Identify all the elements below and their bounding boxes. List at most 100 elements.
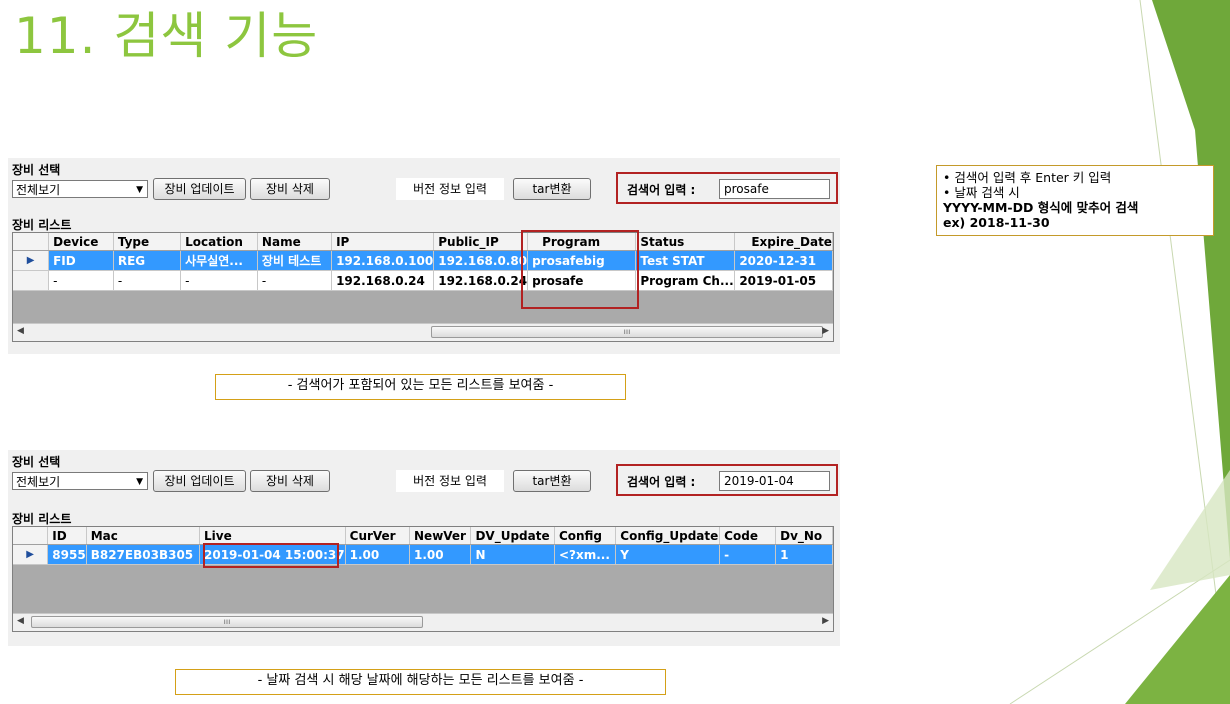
scroll-right-icon[interactable]: ▶: [822, 616, 829, 626]
table-cell[interactable]: 1: [775, 544, 833, 565]
table-cell[interactable]: 1.00: [409, 544, 472, 565]
table-cell[interactable]: -: [180, 270, 258, 291]
equip-delete-button[interactable]: 장비 삭제: [250, 470, 330, 492]
bottom-caption: - 날짜 검색 시 해당 날짜에 해당하는 모든 리스트를 보여줌 -: [175, 669, 666, 695]
column-header[interactable]: Config_Update: [615, 527, 721, 545]
table-cell[interactable]: -: [48, 270, 114, 291]
column-header[interactable]: Name: [257, 233, 333, 251]
table-cell[interactable]: 사무실연...: [180, 250, 258, 271]
table-cell[interactable]: -: [113, 270, 182, 291]
search-input[interactable]: 2019-01-04: [719, 471, 830, 491]
equip-update-button[interactable]: 장비 업데이트: [153, 178, 246, 200]
scroll-right-icon[interactable]: ▶: [822, 326, 829, 336]
column-header[interactable]: Config: [554, 527, 617, 545]
search-label: 검색어 입력 :: [627, 475, 696, 489]
scroll-grip: ııı: [223, 617, 231, 626]
column-header[interactable]: Type: [113, 233, 182, 251]
table-cell[interactable]: 2020-12-31: [734, 250, 833, 271]
scroll-grip: ııı: [623, 327, 631, 336]
row-header-corner: [13, 233, 50, 251]
table-cell[interactable]: 192.168.0.24: [433, 270, 529, 291]
column-header[interactable]: Mac: [86, 527, 201, 545]
tar-convert-button[interactable]: tar변환: [513, 470, 591, 492]
table-cell[interactable]: Test STAT: [635, 250, 736, 271]
equip-list-grid: ID Mac Live CurVer NewVer DV_Update Conf…: [12, 526, 834, 632]
table-cell[interactable]: 192.168.0.100: [331, 250, 435, 271]
green-shape-light: [1150, 470, 1230, 590]
top-caption: - 검색어가 포함되어 있는 모든 리스트를 보여줌 -: [215, 374, 626, 400]
row-header: [13, 270, 50, 291]
table-cell[interactable]: -: [257, 270, 333, 291]
equip-list-table: ID Mac Live CurVer NewVer DV_Update Conf…: [13, 527, 833, 565]
chevron-down-icon: ▼: [136, 185, 143, 195]
column-header[interactable]: Public_IP: [433, 233, 529, 251]
table-cell[interactable]: 1.00: [345, 544, 411, 565]
table-cell[interactable]: 192.168.0.80: [433, 250, 529, 271]
search-input[interactable]: prosafe: [719, 179, 830, 199]
tar-convert-button[interactable]: tar변환: [513, 178, 591, 200]
table-cell[interactable]: N: [470, 544, 555, 565]
note-line: ex) 2018-11-30: [943, 215, 1050, 230]
equip-list-grid: Device Type Location Name IP Public_IP P…: [12, 232, 834, 342]
column-header[interactable]: DV_Update: [470, 527, 555, 545]
scroll-left-icon[interactable]: ◀: [17, 326, 24, 336]
bottom-app-panel: 장비 선택 전체보기 ▼ 장비 업데이트 장비 삭제 버전 정보 입력 tar변…: [8, 450, 840, 646]
table-cell[interactable]: -: [719, 544, 777, 565]
view-combo[interactable]: 전체보기 ▼: [12, 180, 148, 198]
view-combo[interactable]: 전체보기 ▼: [12, 472, 148, 490]
table-cell[interactable]: REG: [113, 250, 182, 271]
chevron-down-icon: ▼: [136, 477, 143, 487]
scroll-thumb[interactable]: ııı: [31, 616, 423, 628]
table-cell[interactable]: 192.168.0.24: [331, 270, 435, 291]
table-header-row: ID Mac Live CurVer NewVer DV_Update Conf…: [13, 527, 833, 545]
row-pointer-icon: ▶: [13, 250, 50, 271]
note-line: • 검색어 입력 후 Enter 키 입력: [943, 170, 1112, 185]
program-column-highlight: [521, 230, 639, 309]
note-line: • 날짜 검색 시: [943, 185, 1020, 200]
column-header[interactable]: ID: [47, 527, 87, 545]
table-cell[interactable]: Y: [615, 544, 721, 565]
column-header[interactable]: Live: [199, 527, 346, 545]
column-header[interactable]: CurVer: [345, 527, 411, 545]
version-info-input[interactable]: 버전 정보 입력: [396, 470, 504, 492]
combo-value: 전체보기: [16, 475, 61, 489]
search-label: 검색어 입력 :: [627, 183, 696, 197]
table-cell[interactable]: 8955: [47, 544, 87, 565]
column-header[interactable]: IP: [331, 233, 435, 251]
note-line: YYYY-MM-DD 형식에 맞추어 검색: [943, 200, 1139, 215]
version-info-input[interactable]: 버전 정보 입력: [396, 178, 504, 200]
slide-title: 11. 검색 기능: [14, 7, 319, 65]
table-cell[interactable]: 2019-01-05: [734, 270, 833, 291]
column-header[interactable]: Device: [48, 233, 114, 251]
column-header[interactable]: NewVer: [409, 527, 472, 545]
horizontal-scrollbar[interactable]: ◀ ııı ▶: [13, 613, 833, 631]
column-header[interactable]: Dv_No: [775, 527, 833, 545]
table-header-row: Device Type Location Name IP Public_IP P…: [13, 233, 833, 251]
top-app-panel: 장비 선택 전체보기 ▼ 장비 업데이트 장비 삭제 버전 정보 입력 tar변…: [8, 158, 840, 354]
table-cell[interactable]: <?xm...: [554, 544, 617, 565]
table-cell[interactable]: 장비 테스트: [257, 250, 333, 271]
horizontal-scrollbar[interactable]: ◀ ııı ▶: [13, 323, 833, 341]
row-pointer-icon: ▶: [13, 544, 49, 565]
equip-list-table: Device Type Location Name IP Public_IP P…: [13, 233, 833, 291]
table-row[interactable]: - - - - 192.168.0.24 192.168.0.24 prosaf…: [13, 270, 833, 291]
combo-value: 전체보기: [16, 183, 61, 197]
instruction-note: • 검색어 입력 후 Enter 키 입력 • 날짜 검색 시 YYYY-MM-…: [936, 165, 1214, 236]
live-cell-highlight: [203, 543, 339, 568]
table-cell[interactable]: B827EB03B305: [86, 544, 201, 565]
column-header[interactable]: Status: [635, 233, 736, 251]
scroll-thumb[interactable]: ııı: [431, 326, 823, 338]
equip-delete-button[interactable]: 장비 삭제: [250, 178, 330, 200]
column-header[interactable]: Location: [180, 233, 258, 251]
table-cell[interactable]: FID: [48, 250, 114, 271]
equip-update-button[interactable]: 장비 업데이트: [153, 470, 246, 492]
scroll-left-icon[interactable]: ◀: [17, 616, 24, 626]
green-shape-top: [1152, 0, 1230, 560]
equip-select-label: 장비 선택: [12, 455, 61, 469]
column-header[interactable]: Code: [719, 527, 777, 545]
equip-list-label: 장비 리스트: [12, 218, 72, 232]
table-cell[interactable]: Program Ch...: [635, 270, 736, 291]
table-row[interactable]: ▶ FID REG 사무실연... 장비 테스트 192.168.0.100 1…: [13, 250, 833, 271]
column-header[interactable]: Expire_Date: [734, 233, 833, 251]
table-row[interactable]: ▶ 8955 B827EB03B305 2019-01-04 15:00:37 …: [13, 544, 833, 565]
